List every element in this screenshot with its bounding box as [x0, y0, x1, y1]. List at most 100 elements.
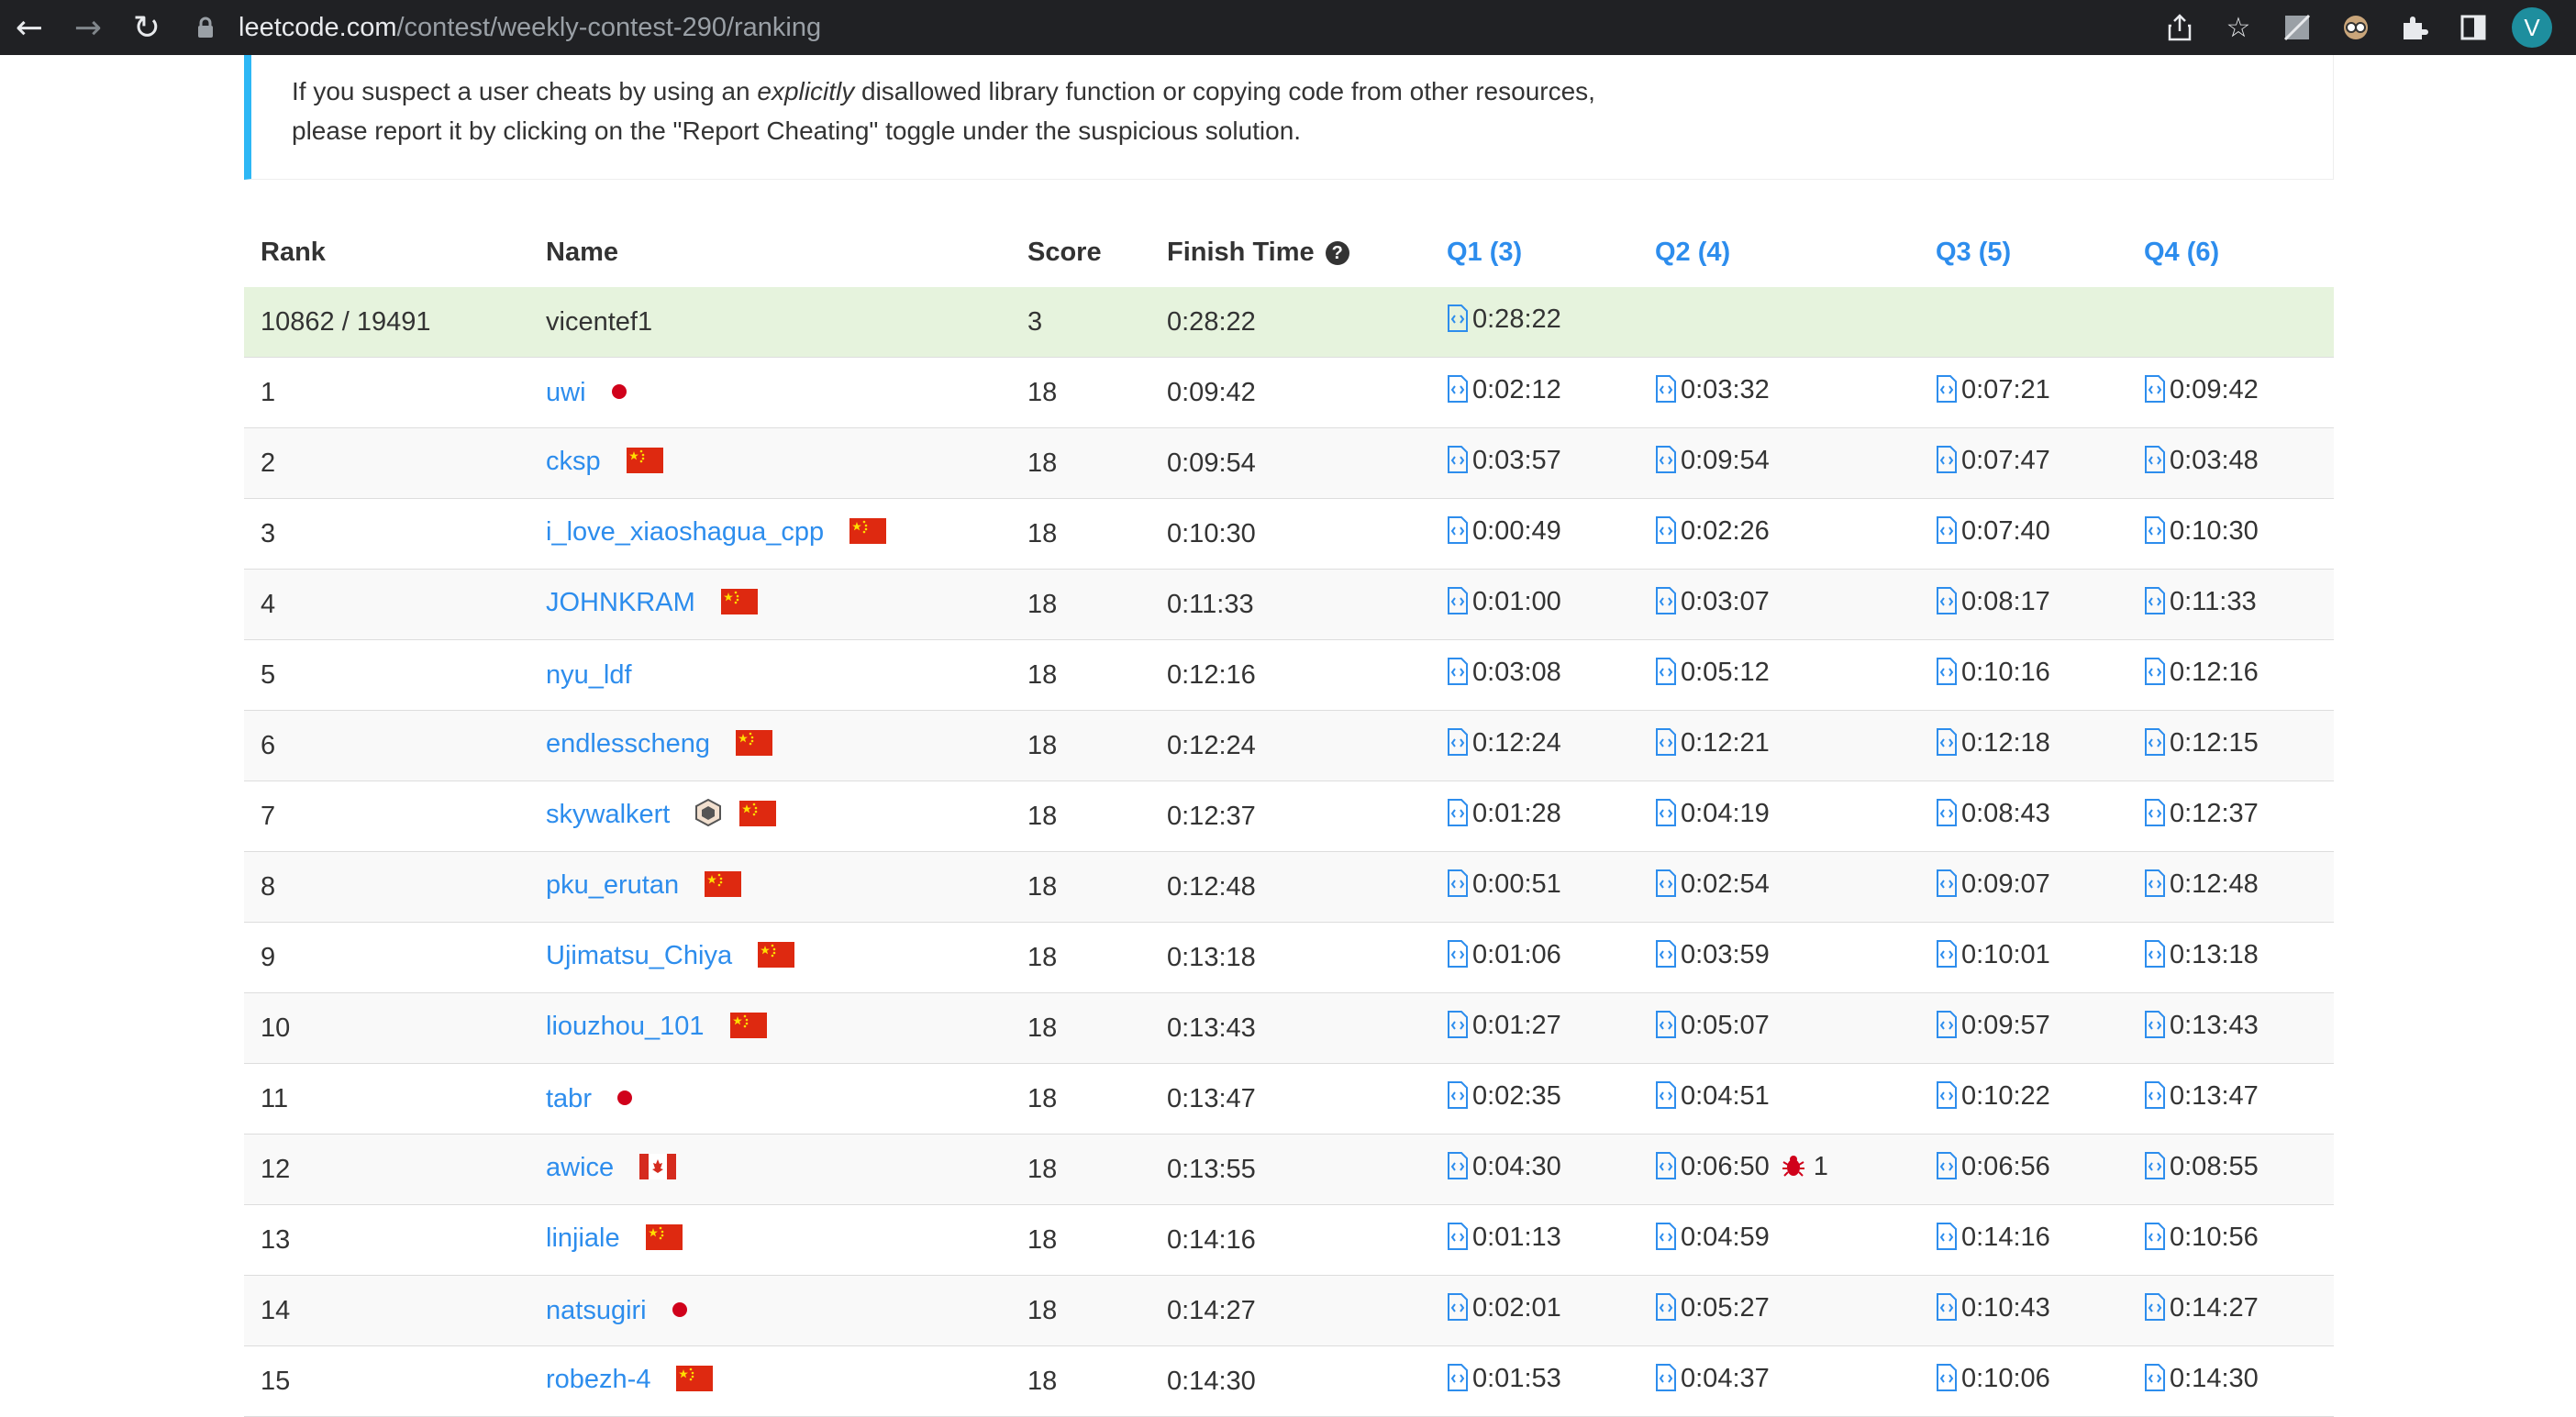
q4-time[interactable]: 0:12:16 [2127, 639, 2334, 711]
code-file-icon[interactable] [1936, 728, 1958, 763]
code-file-icon[interactable] [1936, 587, 1958, 622]
q4-time[interactable]: 0:12:48 [2127, 851, 2334, 923]
q4-time[interactable]: 0:03:48 [2127, 427, 2334, 499]
code-file-icon[interactable] [1936, 1364, 1958, 1399]
q4-time[interactable]: 0:08:55 [2127, 1134, 2334, 1205]
code-file-icon[interactable] [1936, 516, 1958, 551]
username-link[interactable]: liouzhou_101 [546, 1012, 705, 1041]
code-file-icon[interactable] [1447, 304, 1469, 339]
code-file-icon[interactable] [1655, 1223, 1677, 1257]
code-file-icon[interactable] [1936, 1011, 1958, 1046]
code-file-icon[interactable] [1447, 587, 1469, 622]
code-file-icon[interactable] [1447, 446, 1469, 481]
code-file-icon[interactable] [1655, 869, 1677, 904]
q1-time[interactable]: 0:04:30 [1430, 1134, 1638, 1205]
code-file-icon[interactable] [1447, 516, 1469, 551]
q2-time[interactable]: 0:04:37 [1638, 1345, 1919, 1417]
code-file-icon[interactable] [2144, 375, 2166, 410]
q2-time[interactable]: 0:03:32 [1638, 357, 1919, 428]
q2-time[interactable]: 0:09:54 [1638, 427, 1919, 499]
q2-time[interactable]: 0:04:19 [1638, 780, 1919, 852]
username-link[interactable]: tabr [546, 1084, 592, 1113]
q3-time[interactable]: 0:10:16 [1919, 639, 2127, 711]
code-file-icon[interactable] [1936, 1293, 1958, 1328]
q1-time[interactable]: 0:01:27 [1430, 992, 1638, 1064]
code-file-icon[interactable] [1936, 869, 1958, 904]
q4-time[interactable]: 0:14:30 [2127, 1345, 2334, 1417]
address-bar[interactable]: leetcode.com/contest/weekly-contest-290/… [196, 6, 2141, 50]
code-file-icon[interactable] [1936, 1081, 1958, 1116]
q1-time[interactable]: 0:01:53 [1430, 1345, 1638, 1417]
q3-time[interactable]: 0:06:56 [1919, 1134, 2127, 1205]
code-file-icon[interactable] [1655, 516, 1677, 551]
code-file-icon[interactable] [1655, 1152, 1677, 1187]
q3-time[interactable]: 0:08:43 [1919, 780, 2127, 852]
code-file-icon[interactable] [1447, 1364, 1469, 1399]
code-file-icon[interactable] [1447, 728, 1469, 763]
q2-time[interactable]: 0:02:26 [1638, 498, 1919, 570]
q2-time[interactable]: 0:04:51 [1638, 1063, 1919, 1135]
code-file-icon[interactable] [2144, 1293, 2166, 1328]
code-file-icon[interactable] [2144, 1081, 2166, 1116]
code-file-icon[interactable] [1655, 658, 1677, 692]
code-file-icon[interactable] [2144, 1223, 2166, 1257]
side-panel-icon[interactable] [2444, 0, 2503, 55]
q1-time[interactable]: 0:02:12 [1430, 357, 1638, 428]
q1-time[interactable]: 0:01:13 [1430, 1204, 1638, 1276]
q4-time[interactable]: 0:09:42 [2127, 357, 2334, 428]
username-link[interactable]: pku_erutan [546, 870, 679, 900]
q4-time[interactable]: 0:12:37 [2127, 780, 2334, 852]
username-link[interactable]: nyu_ldf [546, 660, 632, 690]
code-file-icon[interactable] [1655, 1364, 1677, 1399]
code-file-icon[interactable] [1655, 446, 1677, 481]
q3-time[interactable]: 0:07:47 [1919, 427, 2127, 499]
header-q2[interactable]: Q2 (4) [1638, 217, 1919, 287]
q1-time[interactable]: 0:00:49 [1430, 498, 1638, 570]
username-link[interactable]: Ujimatsu_Chiya [546, 941, 732, 970]
q4-time[interactable]: 0:10:56 [2127, 1204, 2334, 1276]
username-link[interactable]: uwi [546, 378, 586, 407]
q2-time[interactable]: 0:03:59 [1638, 922, 1919, 993]
code-file-icon[interactable] [1655, 375, 1677, 410]
code-file-icon[interactable] [2144, 728, 2166, 763]
code-file-icon[interactable] [1655, 940, 1677, 975]
code-file-icon[interactable] [1936, 375, 1958, 410]
code-file-icon[interactable] [2144, 1152, 2166, 1187]
my-q1-time[interactable]: 0:28:22 [1430, 287, 1638, 358]
code-file-icon[interactable] [1447, 375, 1469, 410]
q2-time[interactable]: 0:05:27 [1638, 1275, 1919, 1346]
header-q4[interactable]: Q4 (6) [2127, 217, 2334, 287]
code-file-icon[interactable] [1447, 1011, 1469, 1046]
code-file-icon[interactable] [2144, 1364, 2166, 1399]
code-file-icon[interactable] [2144, 799, 2166, 834]
question-circle-icon[interactable]: ? [1325, 240, 1349, 265]
username-link[interactable]: i_love_xiaoshagua_cpp [546, 517, 824, 547]
code-file-icon[interactable] [1936, 1223, 1958, 1257]
q1-time[interactable]: 0:01:28 [1430, 780, 1638, 852]
q1-time[interactable]: 0:02:35 [1430, 1063, 1638, 1135]
username-link[interactable]: robezh-4 [546, 1365, 650, 1394]
code-file-icon[interactable] [2144, 446, 2166, 481]
username-link[interactable]: natsugiri [546, 1296, 647, 1325]
code-file-icon[interactable] [1936, 1152, 1958, 1187]
back-button[interactable]: ← [0, 0, 59, 55]
q3-time[interactable]: 0:10:01 [1919, 922, 2127, 993]
code-file-icon[interactable] [1655, 1293, 1677, 1328]
header-q1[interactable]: Q1 (3) [1430, 217, 1638, 287]
q4-time[interactable]: 0:13:43 [2127, 992, 2334, 1064]
q3-time[interactable]: 0:10:22 [1919, 1063, 2127, 1135]
code-file-icon[interactable] [1447, 1152, 1469, 1187]
username-link[interactable]: linjiale [546, 1223, 620, 1253]
q3-time[interactable]: 0:09:57 [1919, 992, 2127, 1064]
code-file-icon[interactable] [2144, 587, 2166, 622]
q4-time[interactable]: 0:13:47 [2127, 1063, 2334, 1135]
q4-time[interactable]: 0:13:18 [2127, 922, 2334, 993]
reload-button[interactable]: ↻ [117, 0, 176, 55]
forward-button[interactable]: → [59, 0, 117, 55]
share-icon[interactable] [2150, 0, 2209, 55]
extension-glasses-icon[interactable] [2326, 0, 2385, 55]
q2-time[interactable]: 0:06:50 1 [1638, 1134, 1919, 1205]
q3-time[interactable]: 0:12:18 [1919, 710, 2127, 781]
code-file-icon[interactable] [1936, 446, 1958, 481]
code-file-icon[interactable] [1655, 799, 1677, 834]
